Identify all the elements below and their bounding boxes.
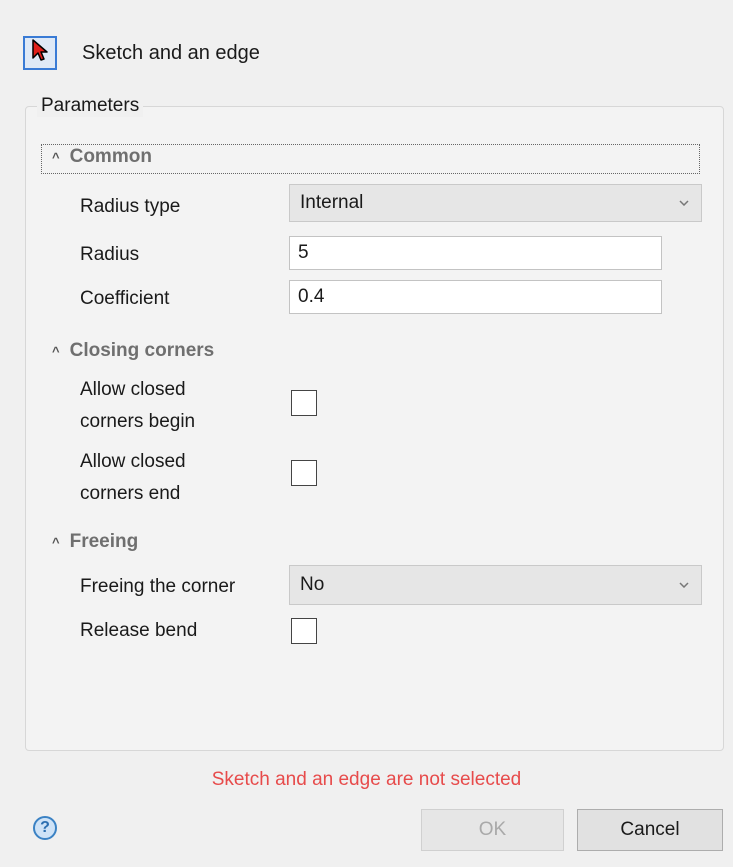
cursor-arrow-icon: [30, 38, 50, 68]
parameters-title: Parameters: [37, 95, 144, 117]
radius-value: 5: [298, 242, 309, 263]
coefficient-input[interactable]: 0.4: [289, 280, 662, 314]
radius-type-dropdown[interactable]: Internal: [289, 184, 702, 222]
section-freeing-header[interactable]: ^ Freeing: [52, 531, 138, 553]
freeing-corner-value: No: [300, 574, 325, 595]
status-message: Sketch and an edge are not selected: [211, 769, 522, 790]
chevron-down-icon: [679, 197, 689, 209]
help-icon[interactable]: ?: [33, 816, 57, 840]
radius-input[interactable]: 5: [289, 236, 662, 270]
label-line: Allow closed: [80, 379, 186, 400]
radius-type-label: Radius type: [80, 196, 181, 217]
ok-button[interactable]: OK: [421, 809, 564, 851]
chevron-up-icon: ^: [52, 149, 60, 165]
section-common-header[interactable]: ^ Common: [52, 146, 152, 168]
release-bend-label: Release bend: [80, 620, 198, 641]
chevron-up-icon: ^: [52, 534, 60, 550]
section-closing-corners-header[interactable]: ^ Closing corners: [52, 340, 214, 362]
label-line: corners begin: [80, 411, 196, 432]
closed-corners-begin-checkbox[interactable]: [291, 390, 317, 416]
label-line: corners end: [80, 483, 181, 504]
section-closing-corners-title: Closing corners: [69, 340, 215, 361]
section-common-title: Common: [69, 146, 152, 167]
select-sketch-button[interactable]: [23, 36, 57, 70]
freeing-corner-label: Freeing the corner: [80, 576, 236, 597]
cancel-button[interactable]: Cancel: [577, 809, 723, 851]
label-line: Allow closed: [80, 451, 186, 472]
radius-label: Radius: [80, 244, 140, 265]
closed-corners-end-label: Allow closed corners end: [80, 446, 186, 510]
closed-corners-begin-label: Allow closed corners begin: [80, 374, 195, 438]
release-bend-checkbox[interactable]: [291, 618, 317, 644]
section-freeing-title: Freeing: [69, 531, 139, 552]
coefficient-label: Coefficient: [80, 288, 170, 309]
radius-type-value: Internal: [300, 192, 364, 213]
chevron-up-icon: ^: [52, 343, 60, 359]
header-text: Sketch and an edge: [82, 42, 260, 64]
coefficient-value: 0.4: [298, 286, 325, 307]
freeing-corner-dropdown[interactable]: No: [289, 565, 702, 605]
chevron-down-icon: [679, 579, 689, 591]
closed-corners-end-checkbox[interactable]: [291, 460, 317, 486]
